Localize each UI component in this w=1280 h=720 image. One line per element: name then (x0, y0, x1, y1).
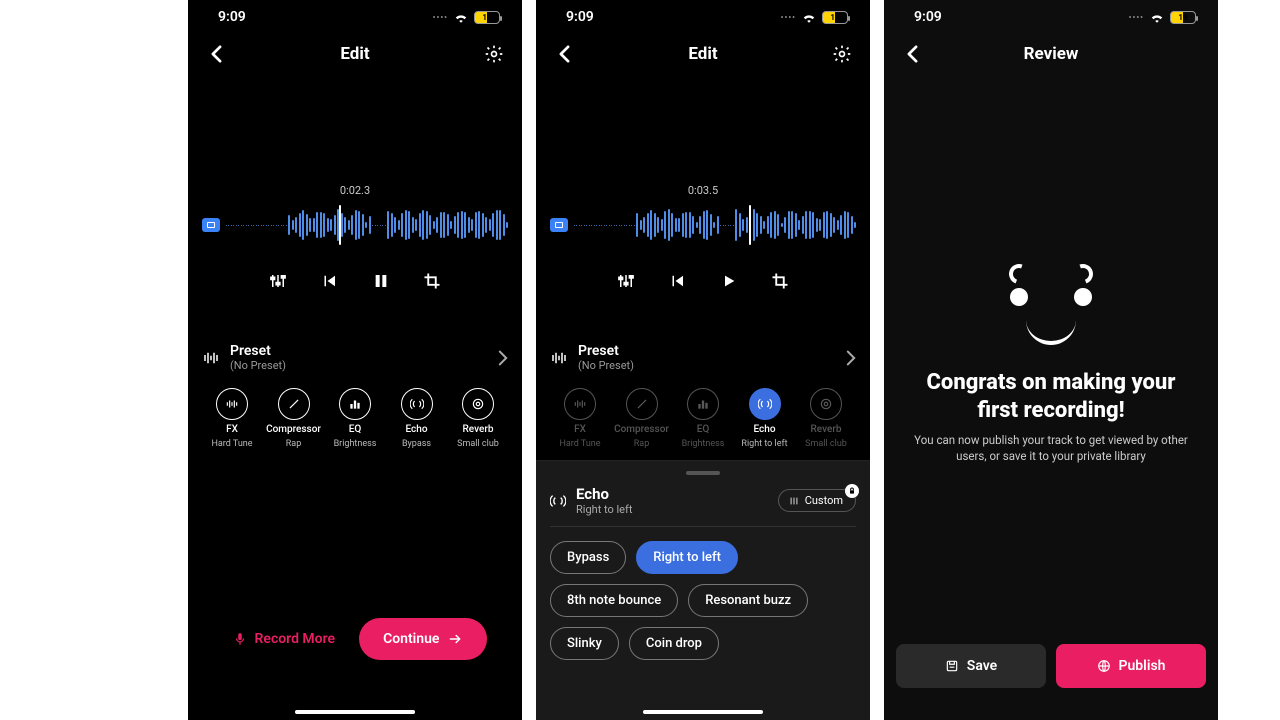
track-badge-icon (550, 218, 568, 232)
sliders-icon (789, 496, 799, 506)
waveform-area: 0:03.5 (536, 184, 870, 295)
status-bar: 9:09 •••• 19 (188, 0, 522, 34)
custom-button[interactable]: Custom (778, 489, 856, 512)
wifi-icon (1150, 12, 1164, 23)
home-indicator (295, 710, 415, 714)
fx-row: FX Hard Tune Compressor Rap EQ Brightnes… (188, 384, 522, 449)
transport-controls (202, 267, 508, 295)
congrats-face-icon (1009, 264, 1093, 345)
echo-option[interactable]: Resonant buzz (688, 584, 808, 617)
preset-row[interactable]: Preset (No Preset) (536, 325, 870, 384)
fx-item-fx[interactable]: FX Hard Tune (550, 388, 610, 449)
publish-button[interactable]: Publish (1056, 644, 1206, 688)
pause-button[interactable] (367, 267, 395, 295)
congrats-heading: Congrats on making your first recording! (908, 369, 1194, 424)
timecode: 0:03.5 (550, 184, 856, 197)
track-badge-icon (202, 218, 220, 232)
screen-review: 9:09 •••• 19 Review Congrats on ma (884, 0, 1218, 720)
echo-option[interactable]: Right to left (636, 541, 738, 574)
battery-icon: 19 (474, 11, 500, 24)
drag-handle[interactable] (686, 471, 720, 475)
cell-signal-icon: •••• (1129, 13, 1144, 22)
timecode: 0:02.3 (202, 184, 508, 197)
cell-signal-icon: •••• (781, 13, 796, 22)
preset-value: (No Preset) (578, 359, 634, 372)
fx-item-fx[interactable]: FX Hard Tune (202, 388, 262, 449)
status-time: 9:09 (566, 9, 594, 25)
save-button[interactable]: Save (896, 644, 1046, 688)
fx-item-echo[interactable]: Echo Right to left (735, 388, 795, 449)
page-title: Edit (340, 44, 369, 64)
status-bar: 9:09 •••• 19 (536, 0, 870, 34)
fx-item-compressor[interactable]: Compressor Rap (264, 388, 324, 449)
crop-button[interactable] (418, 267, 446, 295)
nav-bar: Edit (188, 34, 522, 74)
status-bar: 9:09 •••• 19 (884, 0, 1218, 34)
fx-item-eq[interactable]: EQ Brightness (325, 388, 385, 449)
settings-button[interactable] (480, 44, 508, 64)
nav-bar: Edit (536, 34, 870, 74)
waveform[interactable] (550, 205, 856, 245)
mic-icon (233, 630, 247, 648)
save-icon (945, 659, 959, 673)
mixer-button[interactable] (264, 267, 292, 295)
status-time: 9:09 (218, 9, 246, 25)
skip-back-button[interactable] (663, 267, 691, 295)
echo-icon (550, 493, 566, 509)
cell-signal-icon: •••• (433, 13, 448, 22)
echo-option[interactable]: 8th note bounce (550, 584, 678, 617)
preset-label: Preset (230, 343, 286, 359)
waveform-area: 0:02.3 (188, 184, 522, 295)
wifi-icon (802, 12, 816, 23)
preset-row[interactable]: Preset (No Preset) (188, 325, 522, 384)
fx-item-reverb[interactable]: Reverb Small club (448, 388, 508, 449)
back-button[interactable] (202, 45, 230, 63)
fx-item-compressor[interactable]: Compressor Rap (612, 388, 672, 449)
preset-label: Preset (578, 343, 634, 359)
waveform[interactable] (202, 205, 508, 245)
chevron-right-icon (498, 350, 508, 366)
back-button[interactable] (898, 45, 926, 63)
echo-option[interactable]: Bypass (550, 541, 626, 574)
arrow-right-icon (447, 632, 463, 646)
continue-button[interactable]: Continue (359, 618, 487, 660)
status-time: 9:09 (914, 9, 942, 25)
nav-bar: Review (884, 34, 1218, 74)
echo-option[interactable]: Slinky (550, 627, 619, 660)
play-button[interactable] (715, 267, 743, 295)
echo-panel: Echo Right to left Custom Bypass Right to… (536, 460, 870, 720)
fx-row: FX Hard Tune Compressor Rap EQ Brightnes… (536, 384, 870, 449)
echo-options: Bypass Right to left 8th note bounce Resona… (550, 541, 856, 660)
battery-icon: 19 (1170, 11, 1196, 24)
fx-item-echo[interactable]: Echo Bypass (387, 388, 447, 449)
globe-icon (1097, 659, 1111, 673)
lock-icon (845, 484, 859, 498)
battery-icon: 19 (822, 11, 848, 24)
skip-back-button[interactable] (315, 267, 343, 295)
wifi-icon (454, 12, 468, 23)
page-title: Review (1024, 44, 1079, 64)
fx-item-eq[interactable]: EQ Brightness (673, 388, 733, 449)
fx-item-reverb[interactable]: Reverb Small club (796, 388, 856, 449)
crop-button[interactable] (766, 267, 794, 295)
preset-icon (202, 349, 220, 367)
record-more-button[interactable]: Record More (223, 618, 346, 660)
echo-option[interactable]: Coin drop (629, 627, 719, 660)
page-title: Edit (688, 44, 717, 64)
preset-value: (No Preset) (230, 359, 286, 372)
screen-edit-1: 9:09 •••• 19 Edit 0:02.3 (188, 0, 522, 720)
home-indicator (643, 710, 763, 714)
transport-controls (550, 267, 856, 295)
back-button[interactable] (550, 45, 578, 63)
chevron-right-icon (846, 350, 856, 366)
congrats-subtext: You can now publish your track to get vi… (908, 432, 1194, 464)
settings-button[interactable] (828, 44, 856, 64)
preset-icon (550, 349, 568, 367)
screen-edit-2: 9:09 •••• 19 Edit 0:03.5 (536, 0, 870, 720)
panel-subtitle: Right to left (576, 503, 632, 516)
mixer-button[interactable] (612, 267, 640, 295)
panel-title: Echo (576, 485, 632, 503)
